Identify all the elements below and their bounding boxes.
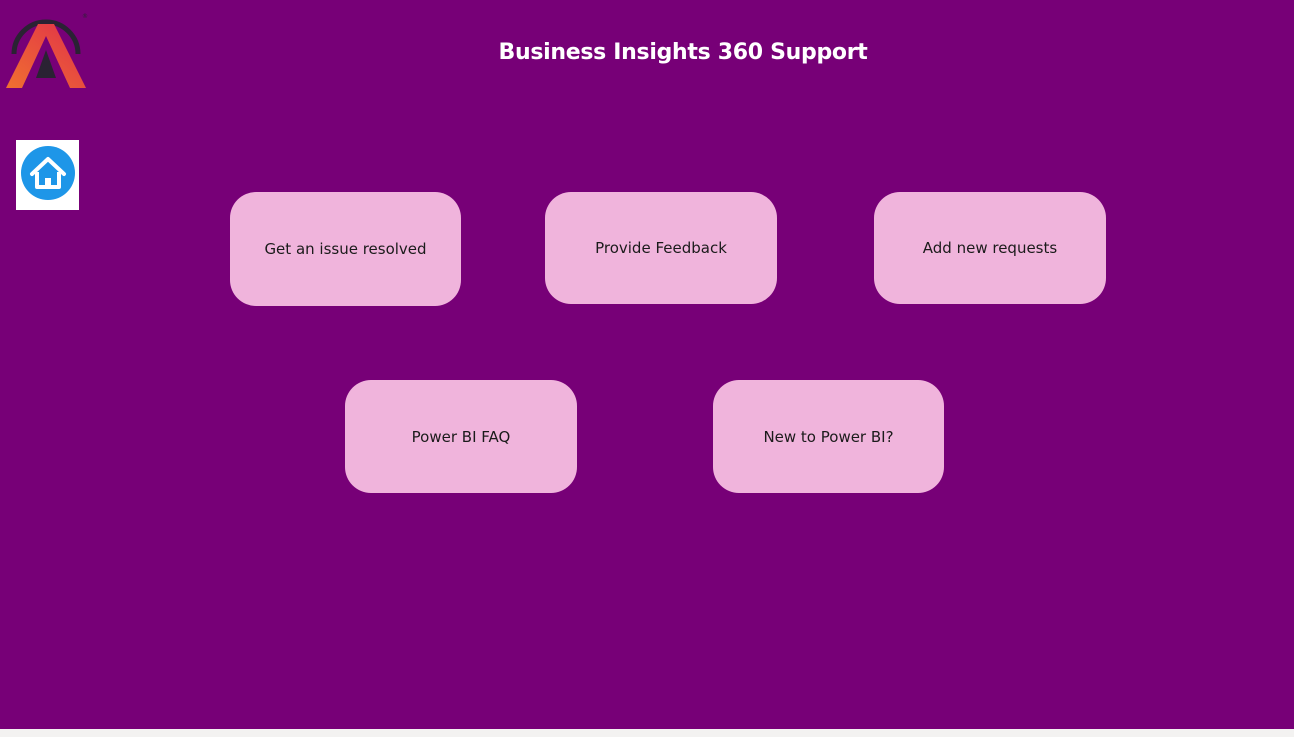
report-canvas: ® Business Insights 360 Support Get an i… — [0, 0, 1294, 729]
get-issue-resolved-label: Get an issue resolved — [264, 240, 427, 258]
new-to-power-bi-label: New to Power BI? — [763, 427, 894, 446]
new-to-power-bi-button[interactable]: New to Power BI? — [713, 380, 944, 493]
home-button[interactable] — [16, 140, 79, 210]
get-issue-resolved-button[interactable]: Get an issue resolved — [230, 192, 461, 306]
provide-feedback-button[interactable]: Provide Feedback — [545, 192, 777, 304]
power-bi-faq-button[interactable]: Power BI FAQ — [345, 380, 577, 493]
page-title: Business Insights 360 Support — [498, 40, 868, 65]
provide-feedback-label: Provide Feedback — [595, 239, 727, 257]
add-new-requests-button[interactable]: Add new requests — [874, 192, 1106, 304]
power-bi-faq-label: Power BI FAQ — [411, 427, 511, 446]
home-icon — [20, 145, 76, 206]
brand-logo-icon: ® — [4, 6, 88, 90]
bottom-bar — [0, 729, 1294, 737]
svg-text:®: ® — [82, 13, 88, 20]
add-new-requests-label: Add new requests — [922, 239, 1058, 257]
